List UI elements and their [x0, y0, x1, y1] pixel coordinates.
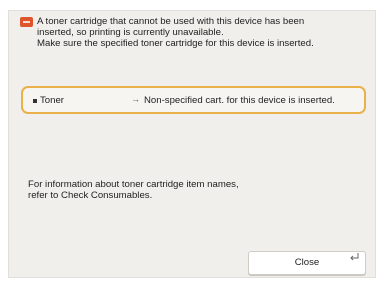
message-panel: A toner cartridge that cannot be used wi…	[8, 10, 376, 278]
error-message-line: Make sure the specified toner cartridge …	[37, 38, 314, 49]
arrow-icon: →	[131, 94, 140, 104]
bullet-icon	[33, 99, 37, 103]
error-message-line: inserted, so printing is currently unava…	[37, 27, 224, 38]
status-item-name: Toner	[40, 95, 64, 106]
info-line: refer to Check Consumables.	[28, 190, 153, 201]
error-message: A toner cartridge that cannot be used wi…	[20, 16, 369, 49]
error-message-text: A toner cartridge that cannot be used wi…	[37, 16, 369, 49]
enter-icon	[349, 248, 359, 270]
close-button[interactable]: Close	[248, 251, 366, 275]
info-text: For information about toner cartridge it…	[28, 179, 239, 201]
consumable-status-row: Toner → Non-specified cart. for this dev…	[21, 86, 366, 114]
info-line: For information about toner cartridge it…	[28, 179, 239, 190]
error-icon	[20, 17, 33, 27]
status-item-status: Non-specified cart. for this device is i…	[144, 95, 335, 106]
close-button-label: Close	[294, 257, 320, 268]
error-message-line: A toner cartridge that cannot be used wi…	[37, 16, 305, 27]
